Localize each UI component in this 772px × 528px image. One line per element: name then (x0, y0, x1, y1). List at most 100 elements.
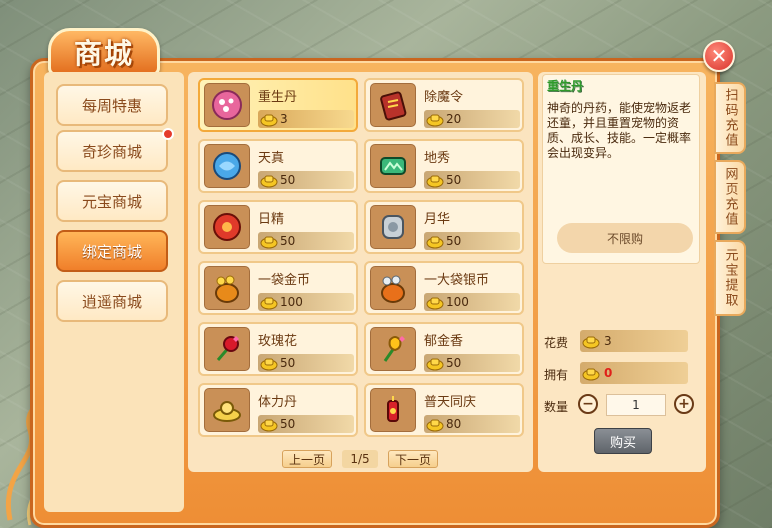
item-price: 100 (258, 293, 354, 311)
buy-button-label: 购买 (609, 435, 636, 451)
item-price-value: 100 (280, 295, 303, 309)
item-price-value: 20 (446, 112, 462, 126)
tab-ingot-withdraw[interactable]: 元宝提取 (714, 240, 746, 316)
ingot-coin-icon (426, 297, 444, 310)
prev-page-button[interactable]: 上一页 (282, 450, 332, 468)
item-price: 50 (424, 171, 520, 189)
nav-item-ingot-shop[interactable]: 元宝商城 (56, 180, 168, 222)
cost-value: 3 (604, 334, 612, 348)
nav-item-treasure-shop[interactable]: 奇珍商城 (56, 128, 174, 172)
next-page-label: 下一页 (394, 452, 431, 467)
item-name: 重生丹 (258, 90, 298, 105)
ingot-coin-icon (426, 175, 444, 188)
minus-icon: − (582, 396, 594, 412)
shop-item[interactable]: 地秀 50 (364, 139, 524, 193)
item-name: 日精 (258, 212, 285, 227)
shop-item[interactable]: 月华 50 (364, 200, 524, 254)
tab-web-recharge[interactable]: 网页充值 (714, 160, 746, 234)
item-grid-panel: 重生丹 3 除魔令 20 天真 50 地秀 50 日精 50 月华 50 一袋金… (188, 72, 533, 472)
ingot-coin-icon (260, 419, 278, 432)
increase-quantity-button[interactable]: + (674, 394, 694, 414)
title-plate: 商城 (48, 28, 160, 76)
item-name: 一大袋银币 (424, 273, 490, 288)
item-name: 体力丹 (258, 395, 298, 410)
item-name: 普天同庆 (424, 395, 477, 410)
plus-icon: + (678, 396, 690, 412)
shop-item[interactable]: 郁金香 50 (364, 322, 524, 376)
nav-item-xiaoyao-shop[interactable]: 逍遥商城 (56, 280, 168, 322)
item-name: 除魔令 (424, 90, 464, 105)
item-name: 地秀 (424, 151, 451, 166)
nav-item-label: 逍遥商城 (81, 292, 142, 311)
item-price: 50 (258, 415, 354, 433)
item-name: 天真 (258, 151, 285, 166)
green-gem-icon (370, 144, 416, 188)
item-price-value: 50 (280, 234, 296, 248)
nav-item-weekly-deals[interactable]: 每周特惠 (56, 84, 168, 126)
shop-item[interactable]: 体力丹 50 (198, 383, 358, 437)
ingot-coin-icon (582, 368, 600, 381)
item-price-value: 50 (280, 417, 296, 431)
ingot-coin-icon (582, 336, 600, 349)
ingot-coin-icon (426, 236, 444, 249)
shop-item[interactable]: 日精 50 (198, 200, 358, 254)
close-button[interactable]: ✕ (703, 40, 735, 72)
shop-item[interactable]: 普天同庆 80 (364, 383, 524, 437)
item-price-value: 50 (446, 356, 462, 370)
shop-item[interactable]: 一大袋银币 100 (364, 261, 524, 315)
nav-item-label: 绑定商城 (81, 242, 142, 261)
side-tab-label: 网页充值 (722, 167, 738, 227)
decrease-quantity-button[interactable]: − (578, 394, 598, 414)
shop-item[interactable]: 重生丹 3 (198, 78, 358, 132)
ingot-coin-icon (426, 114, 444, 127)
prev-page-label: 上一页 (288, 452, 325, 467)
buy-button[interactable]: 购买 (594, 428, 652, 454)
nav-item-label: 奇珍商城 (81, 142, 142, 161)
nav-item-label: 元宝商城 (81, 192, 142, 211)
item-price: 80 (424, 415, 520, 433)
owned-value: 0 (604, 366, 613, 380)
item-price-value: 80 (446, 417, 462, 431)
item-name: 月华 (424, 212, 451, 227)
next-page-button[interactable]: 下一页 (388, 450, 438, 468)
stamina-pill-icon (204, 388, 250, 432)
cost-field: 3 (580, 330, 688, 352)
item-price: 20 (424, 110, 520, 128)
item-price-value: 3 (280, 112, 288, 126)
rebirth-pill-icon (204, 83, 250, 127)
tab-qr-recharge[interactable]: 扫码充值 (714, 82, 746, 154)
item-price: 50 (258, 232, 354, 250)
ingot-coin-icon (260, 175, 278, 188)
sun-orb-icon (204, 205, 250, 249)
item-detail-panel: 重生丹 神奇的丹药，能使宠物返老还童，并且重置宠物的资质、成长、技能。一定概率会… (538, 72, 706, 472)
owned-label: 拥有 (544, 368, 569, 382)
purchase-limit-label: 不限购 (606, 231, 643, 246)
nav-item-bound-shop[interactable]: 绑定商城 (56, 230, 168, 272)
item-name: 玫瑰花 (258, 334, 298, 349)
ingot-coin-icon (426, 358, 444, 371)
shop-item[interactable]: 一袋金币 100 (198, 261, 358, 315)
page-indicator: 1/5 (342, 450, 378, 468)
item-price-value: 50 (446, 173, 462, 187)
ingot-coin-icon (260, 358, 278, 371)
shop-item[interactable]: 天真 50 (198, 139, 358, 193)
item-price: 50 (424, 354, 520, 372)
item-name: 郁金香 (424, 334, 464, 349)
quantity-input[interactable] (606, 394, 666, 416)
detail-item-title: 重生丹 (547, 79, 584, 93)
item-price: 100 (424, 293, 520, 311)
item-price-value: 100 (446, 295, 469, 309)
item-name: 一袋金币 (258, 273, 311, 288)
cost-label: 花费 (544, 336, 569, 350)
side-tab-label: 扫码充值 (722, 88, 738, 148)
purchase-limit-badge: 不限购 (557, 223, 693, 253)
moon-stone-icon (370, 205, 416, 249)
notification-dot (162, 128, 174, 140)
close-icon: ✕ (710, 44, 728, 68)
gold-bag-icon (204, 266, 250, 310)
shop-item[interactable]: 除魔令 20 (364, 78, 524, 132)
item-price-value: 50 (446, 234, 462, 248)
ingot-coin-icon (260, 297, 278, 310)
quantity-label: 数量 (544, 400, 569, 414)
shop-item[interactable]: 玫瑰花 50 (198, 322, 358, 376)
